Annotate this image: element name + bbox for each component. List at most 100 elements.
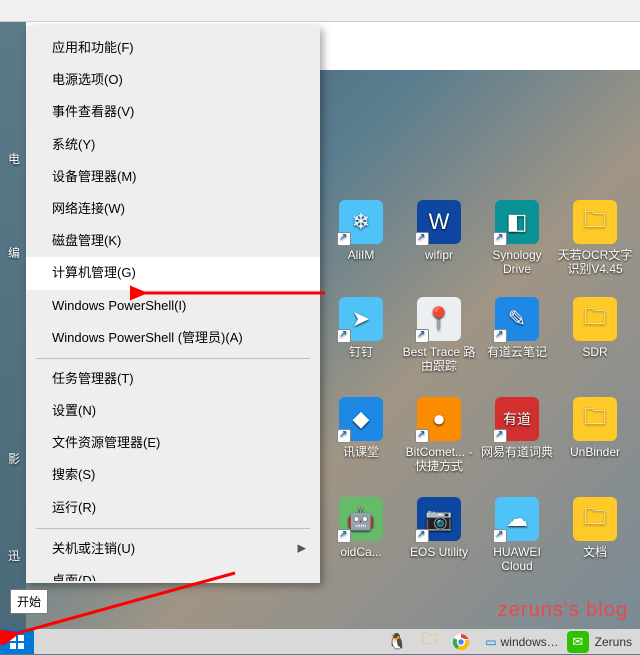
winx-context-menu: 应用和功能(F) 电源选项(O) 事件查看器(V) 系统(Y) 设备管理器(M)… xyxy=(26,26,320,583)
icon-label: 文档 xyxy=(556,545,634,559)
menu-shutdown-signout[interactable]: 关机或注销(U) ▶ xyxy=(26,533,320,565)
besttrace-icon: 📍 xyxy=(417,297,461,341)
camera-icon: 📷 xyxy=(417,497,461,541)
watermark-text: zeruns's blog xyxy=(498,599,628,622)
menu-label: 磁盘管理(K) xyxy=(52,233,121,248)
icon-documents[interactable]: 🗀 文档 xyxy=(556,497,634,559)
desktop-left-column: 电 编 影 迅 xyxy=(0,22,26,629)
icon-huawei-cloud[interactable]: ☁ HUAWEI Cloud xyxy=(478,497,556,574)
android-icon: 🤖 xyxy=(339,497,383,541)
menu-label: 事件查看器(V) xyxy=(52,104,134,119)
taskbar-explorer-icon[interactable]: 🗀 xyxy=(415,631,443,653)
icon-label: oidCa... xyxy=(322,545,400,559)
menu-power-options[interactable]: 电源选项(O) xyxy=(26,64,320,96)
menu-label: 电源选项(O) xyxy=(52,72,123,87)
icon-label: 钉钉 xyxy=(322,345,400,359)
browser-top-strip xyxy=(0,0,640,22)
menu-label: 计算机管理(G) xyxy=(52,265,136,280)
taskbar-wechat-label: Zeruns xyxy=(595,635,640,649)
left-label-1: 电 xyxy=(8,150,20,167)
cloud-icon: ☁ xyxy=(495,497,539,541)
menu-label: 设置(N) xyxy=(52,403,96,418)
menu-file-explorer[interactable]: 文件资源管理器(E) xyxy=(26,427,320,459)
menu-label: Windows PowerShell(I) xyxy=(52,298,186,313)
icon-label: 有道云笔记 xyxy=(478,345,556,359)
shortcut-arrow-icon xyxy=(493,232,507,246)
windows-logo-icon xyxy=(10,635,24,649)
menu-label: 任务管理器(T) xyxy=(52,371,134,386)
icon-wifipr[interactable]: W wifipr xyxy=(400,200,478,262)
taskbar-window-button[interactable]: ▭ windows… xyxy=(477,629,566,654)
icon-youdao-note[interactable]: ✎ 有道云笔记 xyxy=(478,297,556,359)
menu-label: 应用和功能(F) xyxy=(52,40,134,55)
icon-androidca[interactable]: 🤖 oidCa... xyxy=(322,497,400,559)
shortcut-arrow-icon xyxy=(415,329,429,343)
desktop-icons-area: ❄ AliIM W wifipr ◧ Synology Drive 🗀 天若OC… xyxy=(320,197,640,629)
menu-apps-features[interactable]: 应用和功能(F) xyxy=(26,32,320,64)
menu-device-manager[interactable]: 设备管理器(M) xyxy=(26,161,320,193)
shortcut-arrow-icon xyxy=(337,232,351,246)
submenu-arrow-icon: ▶ xyxy=(298,541,306,556)
taskbar-window-title: windows… xyxy=(501,635,559,649)
icon-eos-utility[interactable]: 📷 EOS Utility xyxy=(400,497,478,559)
icon-tianruo-ocr[interactable]: 🗀 天若OCR文字识别V4.45 xyxy=(556,200,634,277)
menu-separator-2 xyxy=(36,528,310,529)
icon-aliim[interactable]: ❄ AliIM xyxy=(322,200,400,262)
icon-label: 网易有道词典 xyxy=(478,445,556,459)
taskbar-chrome-icon[interactable] xyxy=(447,631,475,653)
menu-network-connections[interactable]: 网络连接(W) xyxy=(26,193,320,225)
menu-settings[interactable]: 设置(N) xyxy=(26,395,320,427)
taskbar-qq-icon[interactable]: 🐧 xyxy=(383,631,411,653)
youdao-dict-icon: 有道 xyxy=(495,397,539,441)
tooltip-text: 开始 xyxy=(17,595,41,609)
aliim-icon: ❄ xyxy=(339,200,383,244)
shortcut-arrow-icon xyxy=(337,329,351,343)
menu-task-manager[interactable]: 任务管理器(T) xyxy=(26,363,320,395)
menu-desktop[interactable]: 桌面(D) xyxy=(26,565,320,581)
menu-powershell[interactable]: Windows PowerShell(I) xyxy=(26,290,320,322)
icon-dingtalk[interactable]: ➤ 钉钉 xyxy=(322,297,400,359)
taskbar[interactable]: 🐧 🗀 ▭ windows… ✉ Zeruns xyxy=(0,629,640,654)
shortcut-arrow-icon xyxy=(415,232,429,246)
start-tooltip: 开始 xyxy=(10,589,48,614)
icon-synology-drive[interactable]: ◧ Synology Drive xyxy=(478,200,556,277)
icon-label: wifipr xyxy=(400,248,478,262)
icon-bitcomet[interactable]: ● BitComet... - 快捷方式 xyxy=(400,397,478,474)
icon-label: UnBinder xyxy=(556,445,634,459)
icon-label: Best Trace 路由跟踪 xyxy=(400,345,478,374)
shortcut-arrow-icon xyxy=(415,529,429,543)
start-button[interactable] xyxy=(0,629,34,654)
menu-label: 搜索(S) xyxy=(52,467,95,482)
icon-tencent-class[interactable]: ◆ 讯课堂 xyxy=(322,397,400,459)
menu-event-viewer[interactable]: 事件查看器(V) xyxy=(26,96,320,128)
synology-icon: ◧ xyxy=(495,200,539,244)
icon-unbinder[interactable]: 🗀 UnBinder xyxy=(556,397,634,459)
shortcut-arrow-icon xyxy=(415,429,429,443)
menu-system[interactable]: 系统(Y) xyxy=(26,129,320,161)
menu-label: Windows PowerShell (管理员)(A) xyxy=(52,330,243,345)
menu-label: 系统(Y) xyxy=(52,137,95,152)
icon-sdr[interactable]: 🗀 SDR xyxy=(556,297,634,359)
menu-powershell-admin[interactable]: Windows PowerShell (管理员)(A) xyxy=(26,322,320,354)
taskbar-wechat-icon[interactable]: ✉ xyxy=(567,631,589,653)
icon-label: BitComet... - 快捷方式 xyxy=(400,445,478,474)
icon-label: AliIM xyxy=(322,248,400,262)
menu-separator-1 xyxy=(36,358,310,359)
menu-label: 网络连接(W) xyxy=(52,201,125,216)
left-label-4: 迅 xyxy=(8,547,20,564)
folder-icon: 🗀 xyxy=(573,200,617,244)
menu-search[interactable]: 搜索(S) xyxy=(26,459,320,491)
menu-label: 桌面(D) xyxy=(52,573,96,581)
shortcut-arrow-icon xyxy=(493,529,507,543)
menu-disk-management[interactable]: 磁盘管理(K) xyxy=(26,225,320,257)
icon-label: SDR xyxy=(556,345,634,359)
dingtalk-icon: ➤ xyxy=(339,297,383,341)
left-label-2: 编 xyxy=(8,244,20,261)
menu-run[interactable]: 运行(R) xyxy=(26,492,320,524)
icon-label: Synology Drive xyxy=(478,248,556,277)
folder-icon: 🗀 xyxy=(573,397,617,441)
icon-best-trace[interactable]: 📍 Best Trace 路由跟踪 xyxy=(400,297,478,374)
menu-computer-management[interactable]: 计算机管理(G) xyxy=(26,257,320,289)
shortcut-arrow-icon xyxy=(337,529,351,543)
icon-youdao-dict[interactable]: 有道 网易有道词典 xyxy=(478,397,556,459)
